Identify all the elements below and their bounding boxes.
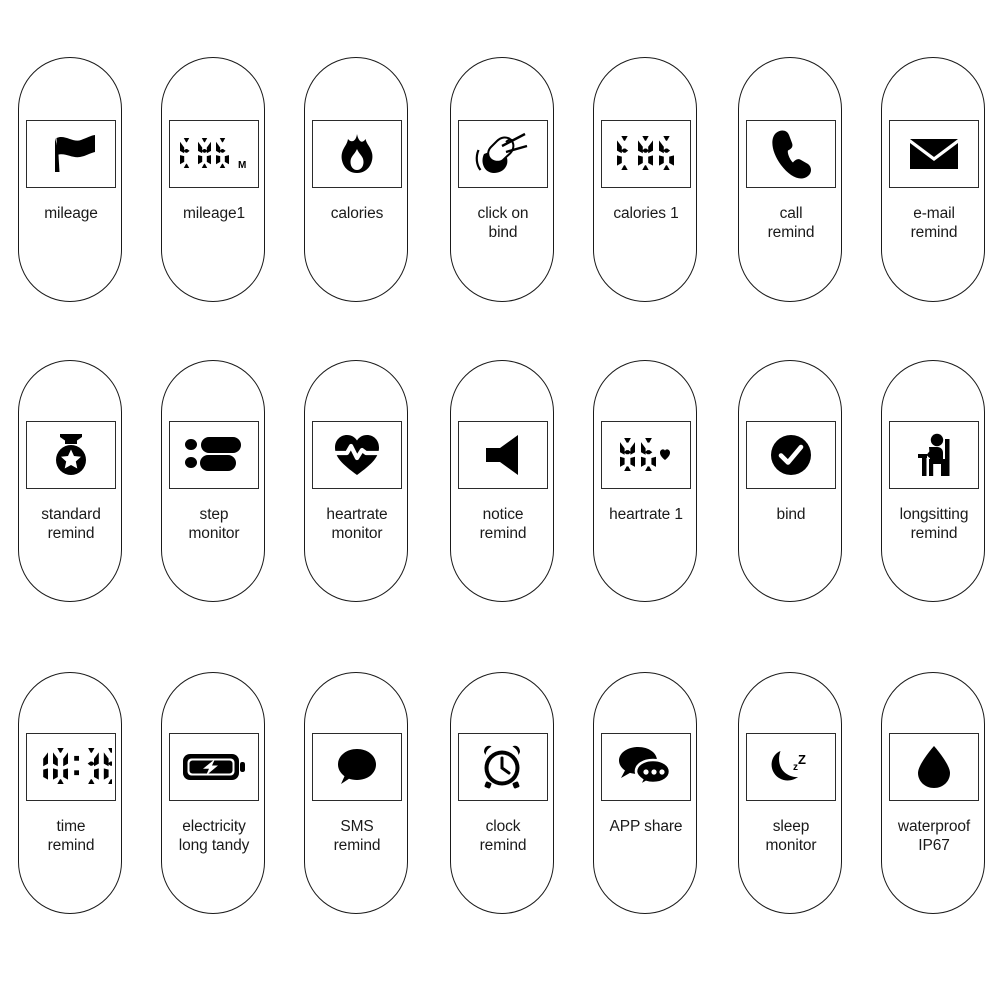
icon-frame-app-share (601, 733, 691, 801)
icon-frame-call-remind (746, 120, 836, 188)
envelope-icon (909, 135, 959, 173)
feature-card-heartrate-1[interactable]: heartrate 1 (593, 360, 697, 602)
icon-frame-time-remind (26, 733, 116, 801)
icon-frame-calories-1 (601, 120, 691, 188)
icon-frame-heartrate-1 (601, 421, 691, 489)
feature-label-sms-remind: SMS remind (333, 818, 381, 854)
phone-icon (768, 129, 814, 179)
feature-label-standard-remind: standard remind (41, 506, 101, 542)
feature-card-sleep-monitor[interactable]: Zz sleep monitor (738, 672, 842, 914)
feature-label-calories-1: calories 1 (613, 205, 679, 222)
icon-grid: mileage Mmileage1 calories click on bind calo… (0, 0, 1000, 1000)
flame-icon (337, 133, 377, 175)
flag-icon (43, 132, 99, 176)
feature-card-step-monitor[interactable]: step monitor (161, 360, 265, 602)
feature-card-sms-remind[interactable]: SMS remind (304, 672, 408, 914)
icon-frame-mileage1: M (169, 120, 259, 188)
icon-frame-sms-remind (312, 733, 402, 801)
feature-label-longsitting-remind: longsitting remind (899, 506, 969, 542)
icon-frame-step-monitor (169, 421, 259, 489)
feature-label-heartrate-1: heartrate 1 (609, 506, 683, 523)
feature-label-clock-remind: clock remind (479, 818, 527, 854)
chat-bubble-icon (336, 748, 378, 786)
feature-card-calories-1[interactable]: calories 1 (593, 57, 697, 302)
feature-label-sleep-monitor: sleep monitor (765, 818, 817, 854)
icon-frame-email-remind (889, 120, 979, 188)
lcd-calories-icon (614, 132, 678, 176)
tap-hand-icon (475, 132, 531, 176)
icon-frame-mileage (26, 120, 116, 188)
feature-label-waterproof: waterproof IP67 (897, 818, 971, 854)
feature-label-email-remind: e-mail remind (910, 205, 958, 241)
sitting-person-icon (912, 433, 956, 477)
feature-card-electricity[interactable]: electricity long tandy (161, 672, 265, 914)
feature-card-standard-remind[interactable]: standard remind (18, 360, 122, 602)
lcd-clock-icon (30, 744, 112, 790)
icon-frame-bind (746, 421, 836, 489)
water-drop-icon (917, 745, 951, 790)
feature-label-heartrate-monitor: heartrate monitor (326, 506, 388, 542)
lcd-heartrate-icon (617, 434, 675, 476)
feature-card-call-remind[interactable]: call remind (738, 57, 842, 302)
feature-label-notice-remind: notice remind (479, 506, 527, 542)
feature-label-app-share: APP share (609, 818, 683, 835)
footprints-icon (184, 436, 244, 474)
check-circle-icon (770, 434, 812, 476)
feature-card-waterproof[interactable]: waterproof IP67 (881, 672, 985, 914)
feature-card-click-on-bind[interactable]: click on bind (450, 57, 554, 302)
icon-frame-sleep-monitor: Zz (746, 733, 836, 801)
feature-label-click-on-bind: click on bind (477, 205, 529, 241)
feature-card-longsitting-remind[interactable]: longsitting remind (881, 360, 985, 602)
lcd-distance-icon: M (177, 134, 251, 174)
speaker-icon (484, 433, 522, 477)
svg-text:M: M (238, 160, 246, 171)
medal-star-icon (52, 433, 90, 477)
feature-label-call-remind: call remind (767, 205, 815, 241)
feature-card-email-remind[interactable]: e-mail remind (881, 57, 985, 302)
feature-card-clock-remind[interactable]: clock remind (450, 672, 554, 914)
alarm-clock-icon (480, 744, 526, 790)
svg-text:Z: Z (798, 752, 806, 767)
icon-frame-heartrate-monitor (312, 421, 402, 489)
battery-charge-icon (182, 749, 246, 785)
feature-card-mileage1[interactable]: Mmileage1 (161, 57, 265, 302)
feature-label-mileage1: mileage1 (182, 205, 246, 222)
feature-label-time-remind: time remind (47, 818, 95, 854)
feature-label-calories: calories (330, 205, 384, 222)
feature-card-bind[interactable]: bind (738, 360, 842, 602)
feature-label-electricity: electricity long tandy (178, 818, 250, 854)
svg-text:z: z (793, 762, 798, 773)
feature-card-app-share[interactable]: APP share (593, 672, 697, 914)
icon-frame-longsitting-remind (889, 421, 979, 489)
icon-frame-electricity (169, 733, 259, 801)
feature-label-step-monitor: step monitor (188, 506, 240, 542)
feature-label-bind: bind (776, 506, 806, 523)
chat-bubbles-share-icon (618, 746, 674, 788)
moon-zzz-icon: Zz (768, 748, 814, 786)
icon-frame-click-on-bind (458, 120, 548, 188)
feature-card-time-remind[interactable]: time remind (18, 672, 122, 914)
feature-card-calories[interactable]: calories (304, 57, 408, 302)
feature-card-notice-remind[interactable]: notice remind (450, 360, 554, 602)
icon-frame-calories (312, 120, 402, 188)
heart-pulse-icon (334, 433, 380, 477)
feature-card-mileage[interactable]: mileage (18, 57, 122, 302)
feature-card-heartrate-monitor[interactable]: heartrate monitor (304, 360, 408, 602)
icon-frame-notice-remind (458, 421, 548, 489)
icon-frame-waterproof (889, 733, 979, 801)
icon-frame-clock-remind (458, 733, 548, 801)
feature-label-mileage: mileage (44, 205, 98, 222)
icon-frame-standard-remind (26, 421, 116, 489)
